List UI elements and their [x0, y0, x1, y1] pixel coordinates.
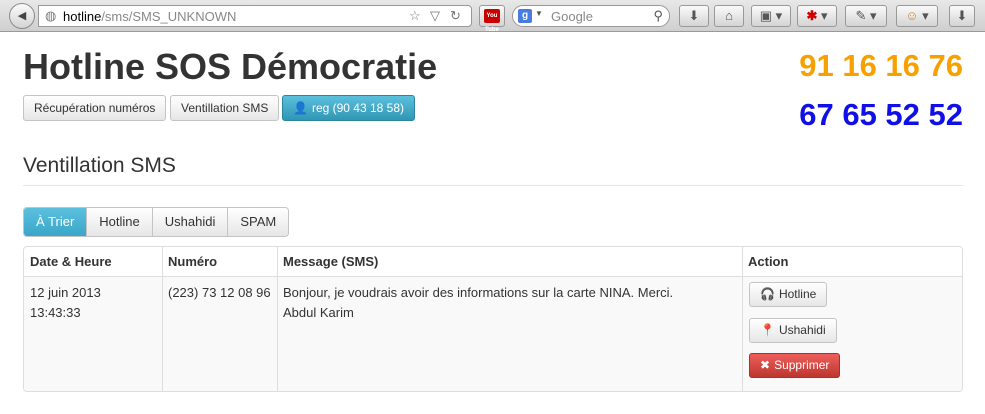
- category-tabs: À Trier Hotline Ushahidi SPAM: [23, 207, 290, 237]
- cell-message: Bonjour, je voudrais avoir des informati…: [277, 283, 673, 323]
- download-icon[interactable]: ⬇: [679, 5, 709, 27]
- back-arrow-icon[interactable]: ◀: [9, 3, 35, 29]
- ushahidi-action-button[interactable]: 📍 Ushahidi: [749, 318, 837, 343]
- map-marker-icon: 📍: [760, 323, 775, 337]
- phone-number-secondary: 67 65 52 52: [799, 97, 963, 132]
- search-icon[interactable]: ⚲: [653, 8, 663, 24]
- tab-hotline[interactable]: Hotline: [86, 208, 152, 236]
- url-host: hotline: [63, 9, 102, 24]
- close-icon: ✖: [760, 358, 771, 372]
- ventillation-sms-button[interactable]: Ventillation SMS: [170, 95, 280, 121]
- reload-icon[interactable]: ↻: [450, 8, 461, 24]
- message-line-1: Bonjour, je voudrais avoir des informati…: [283, 285, 674, 300]
- youtube-button[interactable]: You Tube: [479, 5, 505, 33]
- user-account-button[interactable]: 👤 reg (90 43 18 58): [282, 95, 416, 121]
- header-numero: Numéro: [168, 254, 218, 269]
- divider: [23, 185, 963, 186]
- menu-down-icon[interactable]: ⬇: [949, 5, 975, 27]
- search-placeholder: Google: [551, 9, 593, 24]
- user-icon: 👤: [293, 101, 308, 115]
- chevron-down-icon[interactable]: ▼: [535, 9, 543, 18]
- sms-table: Date & Heure Numéro Message (SMS) Action…: [23, 246, 963, 392]
- dropdown-arrow-icon[interactable]: ▽: [430, 8, 440, 24]
- delete-action-button[interactable]: ✖ Supprimer: [749, 353, 841, 378]
- google-icon: g: [518, 9, 532, 23]
- time-value: 13:43:33: [30, 305, 81, 320]
- phone-number-value: (223) 73 12 08 96: [168, 285, 271, 300]
- addon-face-icon[interactable]: ☺ ▾: [896, 5, 938, 27]
- url-path: /sms/SMS_UNKNOWN: [101, 9, 237, 24]
- address-bar[interactable]: ◍ hotline/sms/SMS_UNKNOWN ☆ ▽ ↻: [38, 5, 472, 27]
- user-account-label: reg (90 43 18 58): [311, 101, 405, 115]
- bookmarks-menu-icon[interactable]: ▣ ▾: [751, 5, 791, 27]
- date-value: 12 juin 2013: [30, 285, 101, 300]
- recuperation-numeros-button[interactable]: Récupération numéros: [23, 95, 167, 121]
- page-title: Hotline SOS Démocratie: [23, 46, 438, 87]
- tab-spam[interactable]: SPAM: [227, 208, 289, 236]
- header-date: Date & Heure: [30, 254, 112, 269]
- cell-number: (223) 73 12 08 96: [162, 283, 271, 303]
- globe-icon: ◍: [45, 8, 57, 23]
- browser-toolbar: ◀ ◍ hotline/sms/SMS_UNKNOWN ☆ ▽ ↻ You Tu…: [0, 0, 985, 33]
- url-text: hotline/sms/SMS_UNKNOWN: [63, 9, 236, 24]
- hotline-action-button[interactable]: 🎧 Hotline: [749, 282, 828, 307]
- youtube-icon: You Tube: [484, 9, 500, 33]
- headphones-icon: 🎧: [760, 287, 775, 301]
- section-title: Ventillation SMS: [23, 154, 176, 177]
- search-bar[interactable]: g ▼ Google ⚲: [512, 5, 670, 27]
- tab-a-trier[interactable]: À Trier: [24, 208, 87, 236]
- header-message: Message (SMS): [283, 254, 379, 269]
- hotline-action-label: Hotline: [778, 287, 817, 301]
- ushahidi-action-label: Ushahidi: [778, 323, 826, 337]
- cell-date: 12 juin 2013 13:43:33: [24, 283, 101, 323]
- bookmark-star-icon[interactable]: ☆: [409, 8, 421, 24]
- addon-red-icon[interactable]: ✱ ▾: [797, 5, 837, 27]
- tab-ushahidi[interactable]: Ushahidi: [151, 208, 228, 236]
- phone-number-primary: 91 16 16 76: [799, 48, 963, 83]
- delete-action-label: Supprimer: [774, 358, 830, 372]
- home-icon[interactable]: ⌂: [714, 5, 744, 27]
- tools-icon[interactable]: ✎ ▾: [845, 5, 887, 27]
- header-action: Action: [748, 254, 789, 269]
- message-line-2: Abdul Karim: [283, 305, 354, 320]
